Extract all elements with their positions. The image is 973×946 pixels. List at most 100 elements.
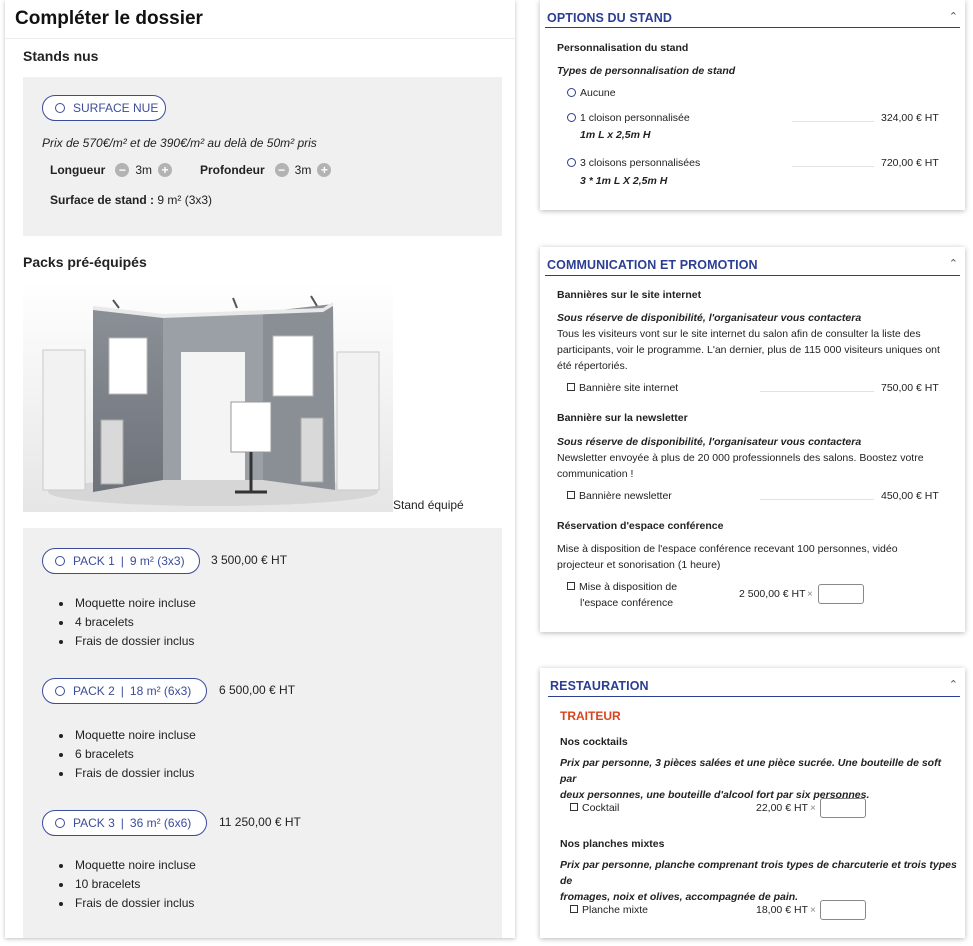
plus-circle-icon[interactable]: + bbox=[158, 163, 172, 177]
choice-price: 720,00 € HT bbox=[881, 157, 939, 169]
packs-title: Packs pré-équipés bbox=[23, 254, 147, 270]
pack-1-features: Moquette noire incluse 4 bracelets Frais… bbox=[41, 594, 196, 651]
pack-2-option[interactable]: PACK 2 | 18 m² (6x3) bbox=[42, 678, 207, 704]
radio-icon bbox=[567, 87, 576, 97]
surface-nue-box: SURFACE NUE Prix de 570€/m² et de 390€/m… bbox=[23, 77, 502, 236]
longueur-label: Longueur bbox=[50, 163, 106, 177]
radio-icon bbox=[55, 556, 65, 566]
site-description: Tous les visiteurs vont sur le site inte… bbox=[557, 328, 940, 372]
choice-3-cloisons[interactable]: 3 cloisons personnalisées bbox=[567, 155, 700, 171]
longueur-value: 3m bbox=[135, 163, 152, 177]
pack-3-option[interactable]: PACK 3 | 36 m² (6x6) bbox=[42, 810, 207, 836]
plus-circle-icon[interactable]: + bbox=[317, 163, 332, 177]
radio-icon bbox=[567, 112, 576, 122]
conference-checkbox[interactable]: Mise à disposition de l'espace conférenc… bbox=[567, 579, 677, 611]
chevron-up-icon[interactable]: ⌃ bbox=[949, 678, 958, 691]
chevron-up-icon[interactable]: ⌃ bbox=[949, 257, 958, 270]
traiteur-category: TRAITEUR bbox=[560, 709, 621, 723]
communication-card: COMMUNICATION ET PROMOTION ⌃ Bannières s… bbox=[540, 247, 965, 632]
item-price: 22,00 € HT bbox=[756, 802, 808, 814]
pack-size: 18 m² (6x3) bbox=[129, 684, 192, 698]
newsletter-description: Newsletter envoyée à plus de 20 000 prof… bbox=[557, 452, 924, 480]
checkbox-icon bbox=[570, 905, 578, 914]
planche-quantity-input[interactable] bbox=[820, 900, 866, 920]
choice-sub: 1m L x 2,5m H bbox=[580, 129, 651, 141]
profondeur-value: 3m bbox=[294, 163, 312, 177]
radio-icon bbox=[567, 157, 576, 167]
subsection-heading: Types de personnalisation de stand bbox=[557, 65, 736, 77]
list-item: Frais de dossier inclus bbox=[73, 764, 196, 783]
radio-icon bbox=[55, 103, 65, 113]
leader-line bbox=[760, 499, 874, 500]
minus-circle-icon[interactable]: − bbox=[115, 163, 130, 177]
surface-value: 9 m² (3x3) bbox=[157, 193, 213, 207]
surface-label: Surface de stand : bbox=[50, 193, 155, 207]
planches-description: Prix par personne, planche comprenant tr… bbox=[560, 859, 957, 903]
site-heading: Bannières sur le site internet bbox=[557, 289, 702, 301]
cocktails-heading: Nos cocktails bbox=[560, 736, 628, 748]
checkbox-icon bbox=[567, 383, 575, 392]
cocktail-quantity-input[interactable] bbox=[820, 798, 866, 818]
pack-1-option[interactable]: PACK 1 | 9 m² (3x3) bbox=[42, 548, 200, 574]
restauration-card: RESTAURATION ⌃ TRAITEUR Nos cocktails Pr… bbox=[540, 668, 965, 938]
stands-nus-title: Stands nus bbox=[23, 48, 99, 64]
title-divider bbox=[5, 38, 515, 39]
times-sign: × bbox=[810, 905, 816, 916]
radio-icon bbox=[55, 686, 65, 696]
checkbox-icon bbox=[567, 582, 575, 591]
pack-size: 36 m² (6x6) bbox=[129, 816, 192, 830]
complete-dossier-panel: Compléter le dossier Stands nus SURFACE … bbox=[5, 0, 515, 938]
list-item: 6 bracelets bbox=[73, 745, 196, 764]
choice-sub: 3 * 1m L X 2,5m H bbox=[580, 175, 668, 187]
chevron-up-icon[interactable]: ⌃ bbox=[949, 10, 958, 23]
dimension-row: Longueur − 3m + Profondeur − 3m + bbox=[50, 163, 332, 177]
surface-nue-label: SURFACE NUE bbox=[73, 101, 159, 115]
checkbox-icon bbox=[567, 491, 575, 500]
list-item: Moquette noire incluse bbox=[73, 726, 196, 745]
minus-circle-icon[interactable]: − bbox=[274, 163, 289, 177]
pack-3-features: Moquette noire incluse 10 bracelets Frai… bbox=[41, 856, 196, 913]
title-underline bbox=[545, 27, 960, 28]
stand-image bbox=[23, 280, 393, 512]
pack-price: 6 500,00 € HT bbox=[219, 683, 296, 697]
cocktails-description: Prix par personne, 3 pièces salées et un… bbox=[560, 757, 942, 801]
leader-line bbox=[792, 121, 874, 122]
banniere-newsletter-checkbox[interactable]: Bannière newsletter bbox=[567, 488, 672, 504]
conference-description: Mise à disposition de l'espace conférenc… bbox=[557, 543, 898, 571]
title-underline bbox=[548, 696, 960, 697]
packs-box: PACK 1 | 9 m² (3x3) 3 500,00 € HT Moquet… bbox=[23, 528, 502, 938]
pack-name: PACK 1 bbox=[73, 554, 115, 568]
site-note: Sous réserve de disponibilité, l'organis… bbox=[557, 312, 862, 324]
options-stand-card: OPTIONS DU STAND ⌃ Personnalisation du s… bbox=[540, 0, 965, 210]
cocktail-checkbox[interactable]: Cocktail bbox=[570, 800, 619, 816]
pack-price: 3 500,00 € HT bbox=[211, 553, 288, 567]
leader-line bbox=[760, 391, 874, 392]
pack-price: 11 250,00 € HT bbox=[219, 815, 301, 829]
pack-name: PACK 3 bbox=[73, 816, 115, 830]
pack-2-features: Moquette noire incluse 6 bracelets Frais… bbox=[41, 726, 196, 783]
communication-title[interactable]: COMMUNICATION ET PROMOTION bbox=[547, 258, 758, 272]
list-item: Moquette noire incluse bbox=[73, 594, 196, 613]
price-note: Prix de 570€/m² et de 390€/m² au delà de… bbox=[42, 136, 317, 150]
choice-aucune[interactable]: Aucune bbox=[567, 85, 616, 101]
list-item: Moquette noire incluse bbox=[73, 856, 196, 875]
planche-checkbox[interactable]: Planche mixte bbox=[570, 902, 648, 918]
conference-quantity-input[interactable] bbox=[818, 584, 864, 604]
section-heading: Personnalisation du stand bbox=[557, 42, 689, 54]
radio-icon bbox=[55, 818, 65, 828]
newsletter-note: Sous réserve de disponibilité, l'organis… bbox=[557, 436, 862, 448]
banniere-site-checkbox[interactable]: Bannière site internet bbox=[567, 380, 678, 396]
item-price: 2 500,00 € HT bbox=[739, 588, 806, 600]
restauration-title[interactable]: RESTAURATION bbox=[550, 679, 649, 693]
surface-row: Surface de stand : 9 m² (3x3) bbox=[50, 193, 212, 207]
planches-heading: Nos planches mixtes bbox=[560, 838, 665, 850]
page-title: Compléter le dossier bbox=[15, 8, 203, 29]
item-price: 18,00 € HT bbox=[756, 904, 808, 916]
item-price: 450,00 € HT bbox=[881, 490, 939, 502]
checkbox-icon bbox=[570, 803, 578, 812]
surface-nue-option[interactable]: SURFACE NUE bbox=[42, 95, 166, 121]
choice-1-cloison[interactable]: 1 cloison personnalisée bbox=[567, 110, 690, 126]
options-stand-title[interactable]: OPTIONS DU STAND bbox=[547, 11, 672, 25]
image-caption: Stand équipé bbox=[393, 498, 464, 512]
conference-heading: Réservation d'espace conférence bbox=[557, 520, 724, 532]
